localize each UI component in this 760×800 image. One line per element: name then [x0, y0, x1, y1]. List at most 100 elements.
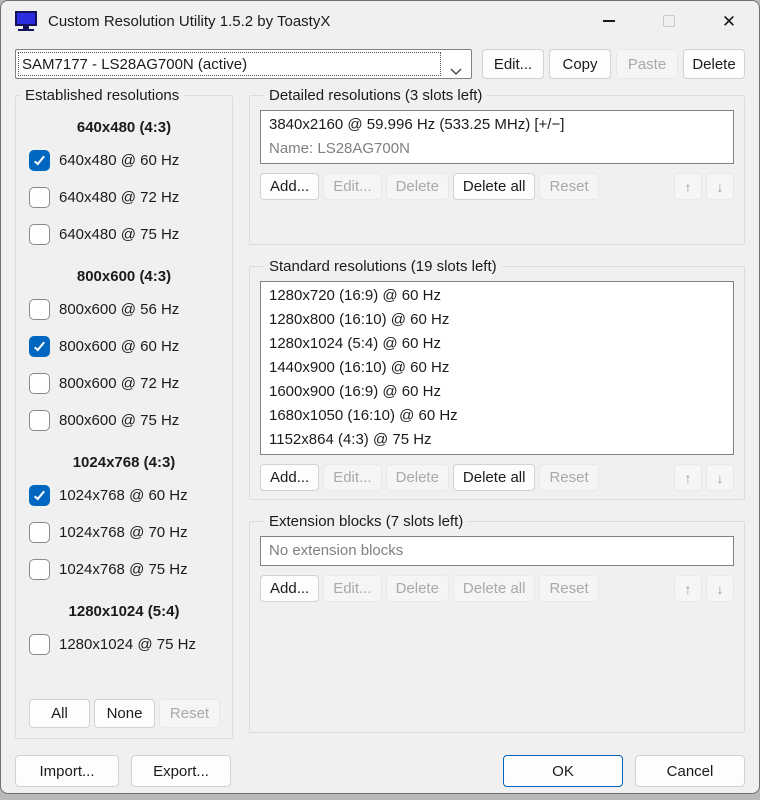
resolution-checkbox-row[interactable]: 800x600 @ 60 Hz [16, 328, 232, 365]
edit-display-button[interactable]: Edit... [482, 49, 544, 79]
extension-list-item: No extension blocks [269, 539, 725, 563]
resolution-checkbox-row[interactable]: 800x600 @ 56 Hz [16, 291, 232, 328]
extension-section-title: Extension blocks (7 slots left) [264, 513, 468, 530]
standard-section-title: Standard resolutions (19 slots left) [264, 258, 502, 275]
checkbox-unchecked[interactable] [29, 559, 50, 580]
standard-listbox[interactable]: 1280x720 (16:9) @ 60 Hz1280x800 (16:10) … [260, 281, 734, 455]
detailed-delete-all-button[interactable]: Delete all [453, 173, 536, 200]
up-arrow-icon: ↑ [685, 179, 692, 195]
checkbox-unchecked[interactable] [29, 634, 50, 655]
checkbox-checked[interactable] [29, 485, 50, 506]
cru-window: Custom Resolution Utility 1.5.2 by Toast… [0, 0, 760, 794]
resolution-checkbox-row[interactable]: 1280x1024 @ 75 Hz [16, 626, 232, 663]
detailed-reset-button: Reset [539, 173, 598, 200]
standard-edit-button: Edit... [323, 464, 381, 491]
export-button[interactable]: Export... [131, 755, 231, 787]
checkbox-unchecked[interactable] [29, 187, 50, 208]
standard-list-item[interactable]: 1440x900 (16:10) @ 60 Hz [269, 356, 725, 380]
checkbox-label: 800x600 @ 60 Hz [59, 338, 179, 355]
maximize-icon [663, 15, 675, 27]
extension-listbox[interactable]: No extension blocks [260, 536, 734, 566]
detailed-move-up-button: ↑ [674, 173, 702, 200]
detailed-listbox[interactable]: 3840x2160 @ 59.996 Hz (533.25 MHz) [+/−]… [260, 110, 734, 164]
titlebar-buttons: ✕ [579, 1, 759, 41]
detailed-list-item: Name: LS28AG700N [269, 137, 725, 161]
standard-list-item[interactable]: 1680x1050 (16:10) @ 60 Hz [269, 404, 725, 428]
established-all-button[interactable]: All [29, 699, 90, 728]
checkbox-label: 640x480 @ 72 Hz [59, 189, 179, 206]
resolution-group-heading: 1024x768 (4:3) [16, 452, 232, 474]
close-button[interactable]: ✕ [699, 1, 759, 41]
up-arrow-icon: ↑ [685, 581, 692, 597]
extension-button-row: Add...Edit...DeleteDelete allReset↑↓ [260, 575, 734, 602]
resolution-checkbox-row[interactable]: 800x600 @ 75 Hz [16, 402, 232, 439]
checkbox-unchecked[interactable] [29, 224, 50, 245]
extension-add-button[interactable]: Add... [260, 575, 319, 602]
ok-button[interactable]: OK [503, 755, 623, 787]
checkbox-label: 800x600 @ 72 Hz [59, 375, 179, 392]
checkbox-unchecked[interactable] [29, 373, 50, 394]
extension-delete-button: Delete [386, 575, 449, 602]
resolution-checkbox-row[interactable]: 800x600 @ 72 Hz [16, 365, 232, 402]
cancel-button[interactable]: Cancel [635, 755, 745, 787]
detailed-button-row: Add...Edit...DeleteDelete allReset↑↓ [260, 173, 734, 200]
resolution-checkbox-row[interactable]: 1024x768 @ 60 Hz [16, 477, 232, 514]
standard-button-row: Add...Edit...DeleteDelete allReset↑↓ [260, 464, 734, 491]
chevron-down-icon [450, 62, 462, 79]
footer-left: Import... Export... [15, 755, 231, 787]
detailed-move-down-button: ↓ [706, 173, 734, 200]
established-groups: 640x480 (4:3)640x480 @ 60 Hz640x480 @ 72… [16, 104, 232, 663]
standard-list-item[interactable]: 1280x1024 (5:4) @ 60 Hz [269, 332, 725, 356]
checkbox-checked[interactable] [29, 150, 50, 171]
extension-section: Extension blocks (7 slots left) No extens… [249, 513, 745, 733]
monitor-icon [15, 11, 37, 32]
resolution-checkbox-row[interactable]: 1024x768 @ 75 Hz [16, 551, 232, 588]
down-arrow-icon: ↓ [717, 470, 724, 486]
standard-move-down-button: ↓ [706, 464, 734, 491]
extension-move-down-button: ↓ [706, 575, 734, 602]
display-selector-value: SAM7177 - LS28AG700N (active) [16, 56, 247, 73]
detailed-section-title: Detailed resolutions (3 slots left) [264, 87, 487, 104]
checkbox-unchecked[interactable] [29, 410, 50, 431]
checkbox-unchecked[interactable] [29, 299, 50, 320]
resolution-group-heading: 1280x1024 (5:4) [16, 601, 232, 623]
checkbox-checked[interactable] [29, 336, 50, 357]
minimize-button[interactable] [579, 1, 639, 41]
established-none-button[interactable]: None [94, 699, 155, 728]
standard-reset-button: Reset [539, 464, 598, 491]
standard-list-item[interactable]: 1600x900 (16:9) @ 60 Hz [269, 380, 725, 404]
checkbox-label: 640x480 @ 75 Hz [59, 226, 179, 243]
detailed-list-item[interactable]: 3840x2160 @ 59.996 Hz (533.25 MHz) [+/−] [269, 113, 725, 137]
standard-delete-all-button[interactable]: Delete all [453, 464, 536, 491]
standard-add-button[interactable]: Add... [260, 464, 319, 491]
standard-list-item[interactable]: 1280x720 (16:9) @ 60 Hz [269, 284, 725, 308]
established-resolutions-title: Established resolutions [20, 87, 184, 104]
delete-display-button[interactable]: Delete [683, 49, 745, 79]
copy-display-button[interactable]: Copy [549, 49, 611, 79]
titlebar: Custom Resolution Utility 1.5.2 by Toast… [1, 1, 759, 41]
detailed-add-button[interactable]: Add... [260, 173, 319, 200]
resolution-checkbox-row[interactable]: 640x480 @ 75 Hz [16, 216, 232, 253]
import-button[interactable]: Import... [15, 755, 119, 787]
checkmark-icon [34, 154, 45, 166]
extension-move-up-button: ↑ [674, 575, 702, 602]
resolution-checkbox-row[interactable]: 640x480 @ 60 Hz [16, 142, 232, 179]
footer-row: Import... Export... OK Cancel [1, 739, 759, 787]
checkbox-label: 800x600 @ 56 Hz [59, 301, 179, 318]
extension-delete-all-button: Delete all [453, 575, 536, 602]
established-resolutions-group: Established resolutions 640x480 (4:3)640… [15, 87, 233, 739]
checkbox-unchecked[interactable] [29, 522, 50, 543]
standard-list-item[interactable]: 1280x800 (16:10) @ 60 Hz [269, 308, 725, 332]
resolution-checkbox-row[interactable]: 640x480 @ 72 Hz [16, 179, 232, 216]
main-content: Established resolutions 640x480 (4:3)640… [1, 79, 759, 739]
display-selector-buttons: Edit...CopyPasteDelete [482, 49, 745, 79]
checkbox-label: 800x600 @ 75 Hz [59, 412, 179, 429]
minimize-icon [603, 20, 615, 22]
right-column: Detailed resolutions (3 slots left) 3840x… [249, 87, 745, 733]
standard-list-item[interactable]: 1152x864 (4:3) @ 75 Hz [269, 428, 725, 452]
resolution-checkbox-row[interactable]: 1024x768 @ 70 Hz [16, 514, 232, 551]
display-selector-combobox[interactable]: SAM7177 - LS28AG700N (active) [15, 49, 472, 79]
close-icon: ✕ [722, 13, 736, 30]
established-footer-buttons: AllNoneReset [16, 699, 232, 728]
checkbox-label: 1024x768 @ 70 Hz [59, 524, 188, 541]
